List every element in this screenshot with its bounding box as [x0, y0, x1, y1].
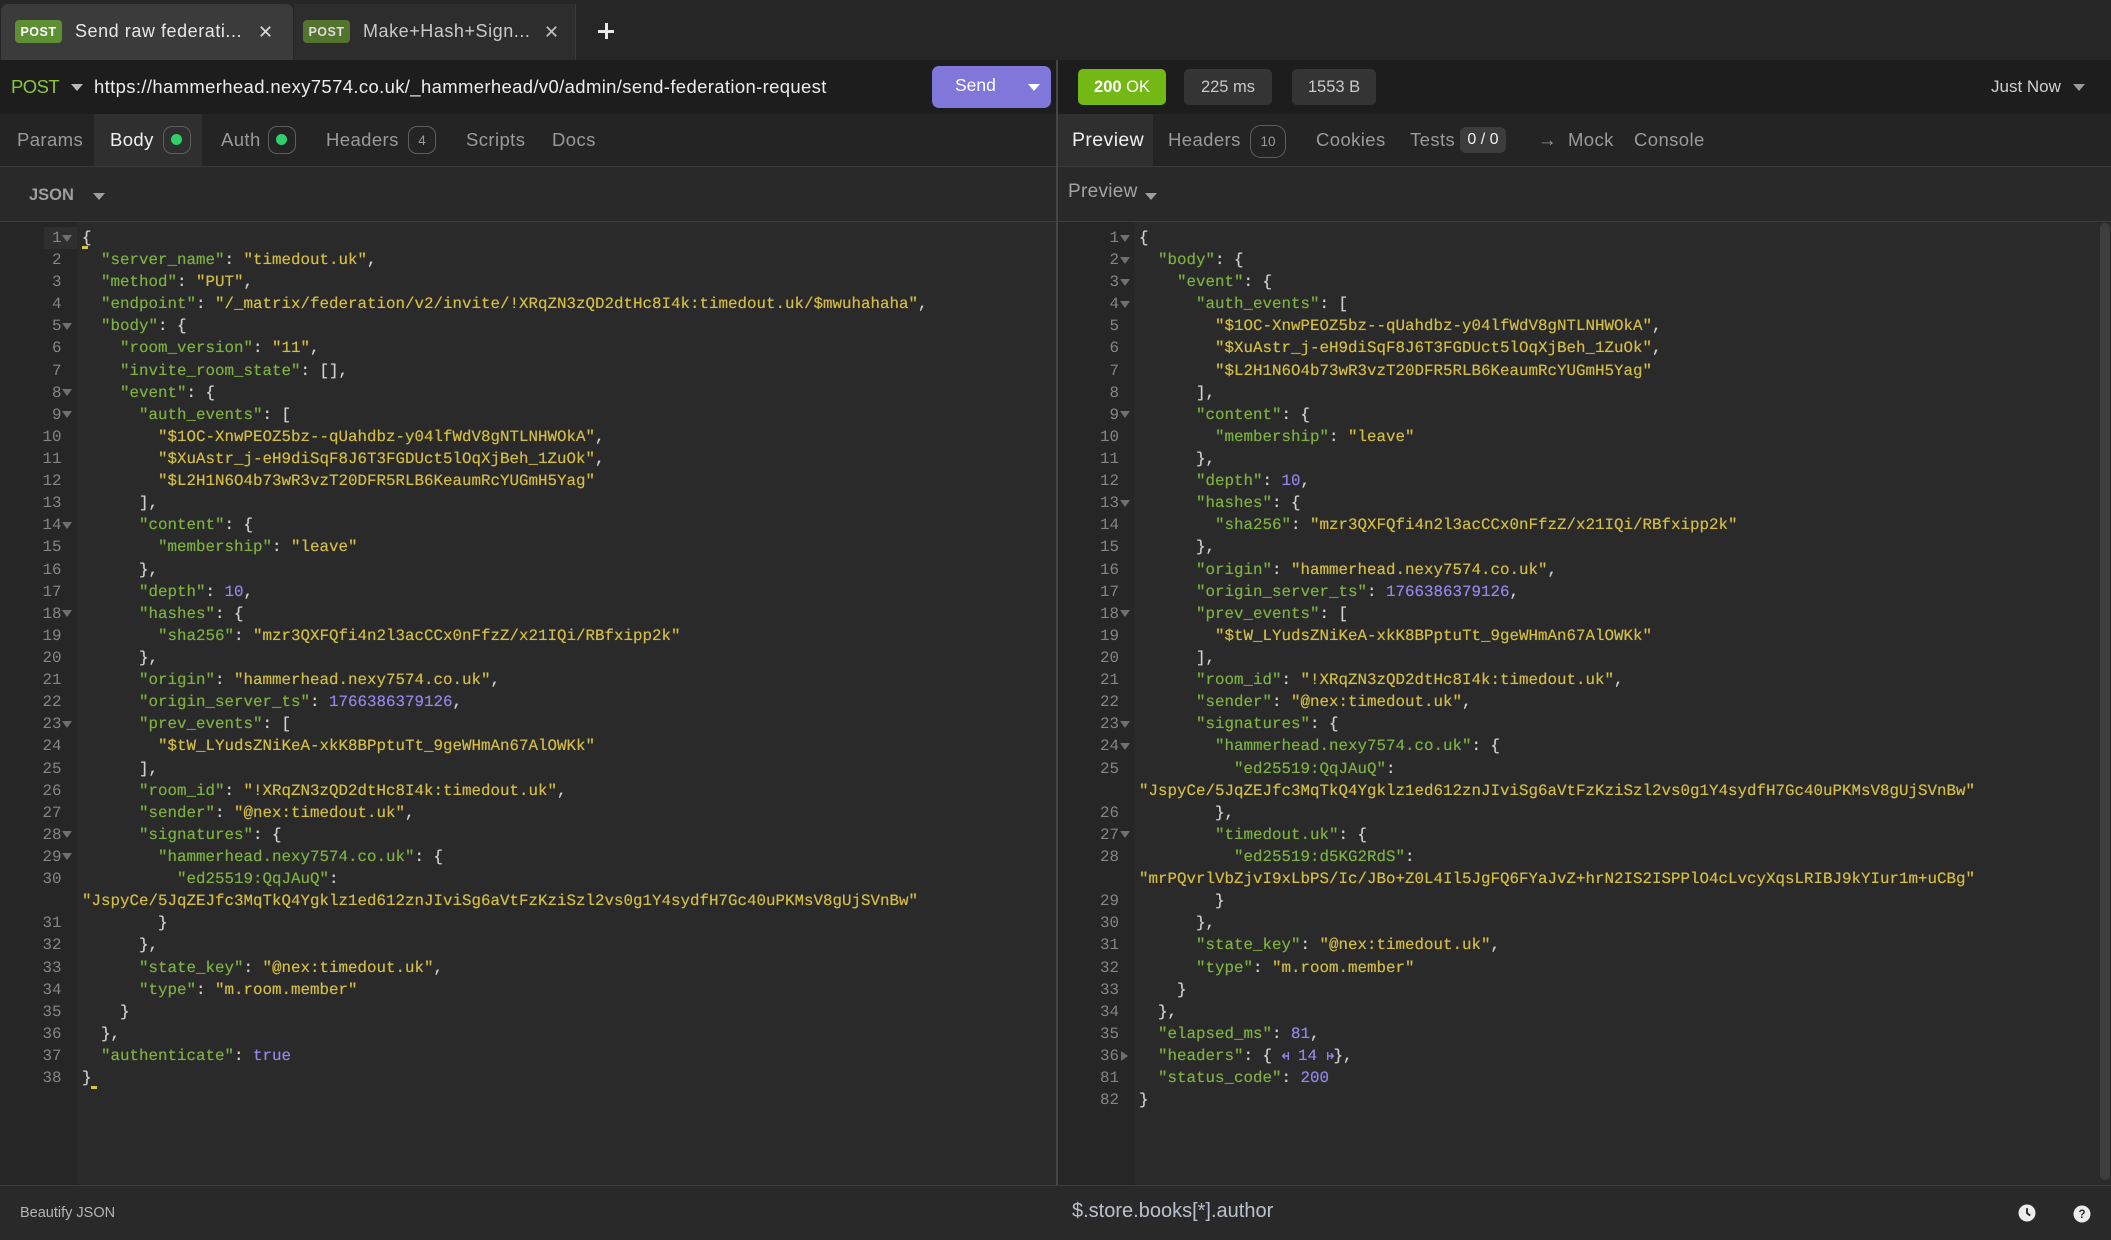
- svg-text:?: ?: [2078, 1209, 2085, 1221]
